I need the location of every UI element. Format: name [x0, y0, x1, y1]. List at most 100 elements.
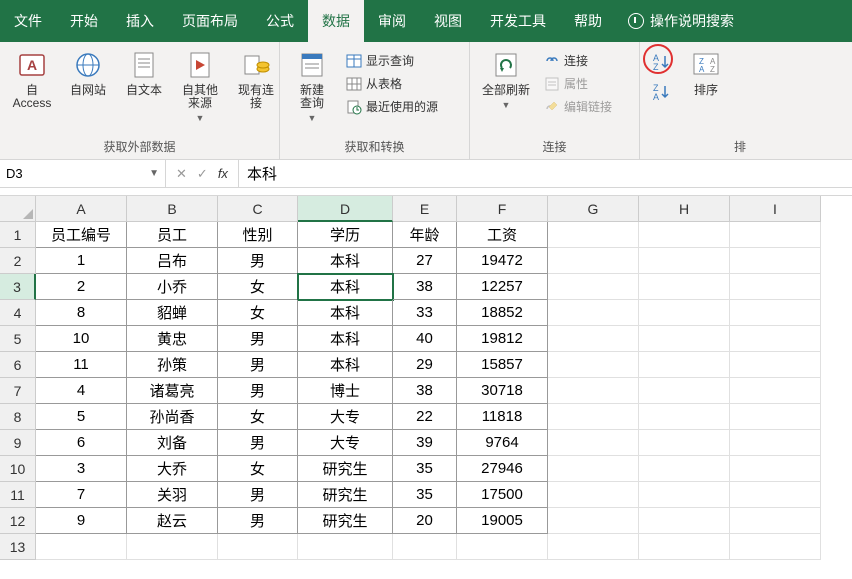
new-query-button[interactable]: 新建 查询 ▼: [286, 46, 338, 127]
cell-A6[interactable]: 11: [36, 352, 127, 378]
cell-C6[interactable]: 男: [218, 352, 298, 378]
cell-A11[interactable]: 7: [36, 482, 127, 508]
cell-B4[interactable]: 貂蝉: [127, 300, 218, 326]
cell-E11[interactable]: 35: [393, 482, 457, 508]
cell-F7[interactable]: 30718: [457, 378, 548, 404]
cell-H3[interactable]: [639, 274, 730, 300]
cell-D11[interactable]: 研究生: [298, 482, 393, 508]
cell-B1[interactable]: 员工: [127, 222, 218, 248]
cell-E4[interactable]: 33: [393, 300, 457, 326]
col-header-C[interactable]: C: [218, 196, 298, 222]
from-other-button[interactable]: 自其他来源 ▼: [174, 46, 226, 127]
cell-C4[interactable]: 女: [218, 300, 298, 326]
row-header[interactable]: 7: [0, 378, 36, 404]
cell-D5[interactable]: 本科: [298, 326, 393, 352]
cell-B9[interactable]: 刘备: [127, 430, 218, 456]
cell-B7[interactable]: 诸葛亮: [127, 378, 218, 404]
cell-F6[interactable]: 15857: [457, 352, 548, 378]
refresh-all-button[interactable]: 全部刷新 ▼: [476, 46, 536, 114]
cell-H7[interactable]: [639, 378, 730, 404]
cell-D10[interactable]: 研究生: [298, 456, 393, 482]
chevron-down-icon[interactable]: ▼: [149, 168, 159, 179]
cell-B8[interactable]: 孙尚香: [127, 404, 218, 430]
cell-H4[interactable]: [639, 300, 730, 326]
cell-H12[interactable]: [639, 508, 730, 534]
row-header[interactable]: 9: [0, 430, 36, 456]
from-table-button[interactable]: 从表格: [342, 73, 442, 94]
row-header[interactable]: 6: [0, 352, 36, 378]
cell-C2[interactable]: 男: [218, 248, 298, 274]
tab-file[interactable]: 文件: [0, 0, 56, 42]
cell-A7[interactable]: 4: [36, 378, 127, 404]
connections-button[interactable]: 连接: [540, 50, 616, 71]
cell-I6[interactable]: [730, 352, 821, 378]
cell-A2[interactable]: 1: [36, 248, 127, 274]
cell-A4[interactable]: 8: [36, 300, 127, 326]
name-box[interactable]: ▼: [0, 160, 166, 187]
tab-formulas[interactable]: 公式: [252, 0, 308, 42]
cell-D12[interactable]: 研究生: [298, 508, 393, 534]
cell-D7[interactable]: 博士: [298, 378, 393, 404]
cell-B2[interactable]: 吕布: [127, 248, 218, 274]
cell-E6[interactable]: 29: [393, 352, 457, 378]
cell-H10[interactable]: [639, 456, 730, 482]
cell-I1[interactable]: [730, 222, 821, 248]
cell-E10[interactable]: 35: [393, 456, 457, 482]
cell-F13[interactable]: [457, 534, 548, 560]
cell-D3[interactable]: 本科: [298, 274, 393, 300]
cell-B13[interactable]: [127, 534, 218, 560]
col-header-A[interactable]: A: [36, 196, 127, 222]
cell-A12[interactable]: 9: [36, 508, 127, 534]
cell-I10[interactable]: [730, 456, 821, 482]
cell-H13[interactable]: [639, 534, 730, 560]
cell-G2[interactable]: [548, 248, 639, 274]
cell-F2[interactable]: 19472: [457, 248, 548, 274]
row-header[interactable]: 8: [0, 404, 36, 430]
tab-insert[interactable]: 插入: [112, 0, 168, 42]
existing-conn-button[interactable]: 现有连接: [230, 46, 282, 112]
cell-B3[interactable]: 小乔: [127, 274, 218, 300]
row-header[interactable]: 1: [0, 222, 36, 248]
cell-G3[interactable]: [548, 274, 639, 300]
tab-review[interactable]: 审阅: [364, 0, 420, 42]
cell-A10[interactable]: 3: [36, 456, 127, 482]
from-web-button[interactable]: 自网站: [62, 46, 114, 99]
cell-D2[interactable]: 本科: [298, 248, 393, 274]
col-header-D[interactable]: D: [298, 196, 393, 222]
col-header-F[interactable]: F: [457, 196, 548, 222]
cell-B5[interactable]: 黄忠: [127, 326, 218, 352]
tab-layout[interactable]: 页面布局: [168, 0, 252, 42]
cell-I2[interactable]: [730, 248, 821, 274]
fx-icon[interactable]: fx: [218, 166, 228, 181]
cell-G9[interactable]: [548, 430, 639, 456]
row-header[interactable]: 4: [0, 300, 36, 326]
cell-F12[interactable]: 19005: [457, 508, 548, 534]
cell-H9[interactable]: [639, 430, 730, 456]
cell-B11[interactable]: 关羽: [127, 482, 218, 508]
cell-A3[interactable]: 2: [36, 274, 127, 300]
row-header[interactable]: 2: [0, 248, 36, 274]
cell-F5[interactable]: 19812: [457, 326, 548, 352]
cell-A1[interactable]: 员工编号: [36, 222, 127, 248]
cell-F3[interactable]: 12257: [457, 274, 548, 300]
row-header[interactable]: 12: [0, 508, 36, 534]
cell-C7[interactable]: 男: [218, 378, 298, 404]
row-header[interactable]: 5: [0, 326, 36, 352]
cell-I13[interactable]: [730, 534, 821, 560]
cell-C1[interactable]: 性别: [218, 222, 298, 248]
tab-help[interactable]: 帮助: [560, 0, 616, 42]
cell-H6[interactable]: [639, 352, 730, 378]
cell-G10[interactable]: [548, 456, 639, 482]
cell-E9[interactable]: 39: [393, 430, 457, 456]
cell-E1[interactable]: 年龄: [393, 222, 457, 248]
cell-H2[interactable]: [639, 248, 730, 274]
cell-D6[interactable]: 本科: [298, 352, 393, 378]
cell-G12[interactable]: [548, 508, 639, 534]
from-text-button[interactable]: 自文本: [118, 46, 170, 99]
row-header[interactable]: 11: [0, 482, 36, 508]
cell-A5[interactable]: 10: [36, 326, 127, 352]
cell-D9[interactable]: 大专: [298, 430, 393, 456]
cell-D1[interactable]: 学历: [298, 222, 393, 248]
cell-G7[interactable]: [548, 378, 639, 404]
cell-F4[interactable]: 18852: [457, 300, 548, 326]
